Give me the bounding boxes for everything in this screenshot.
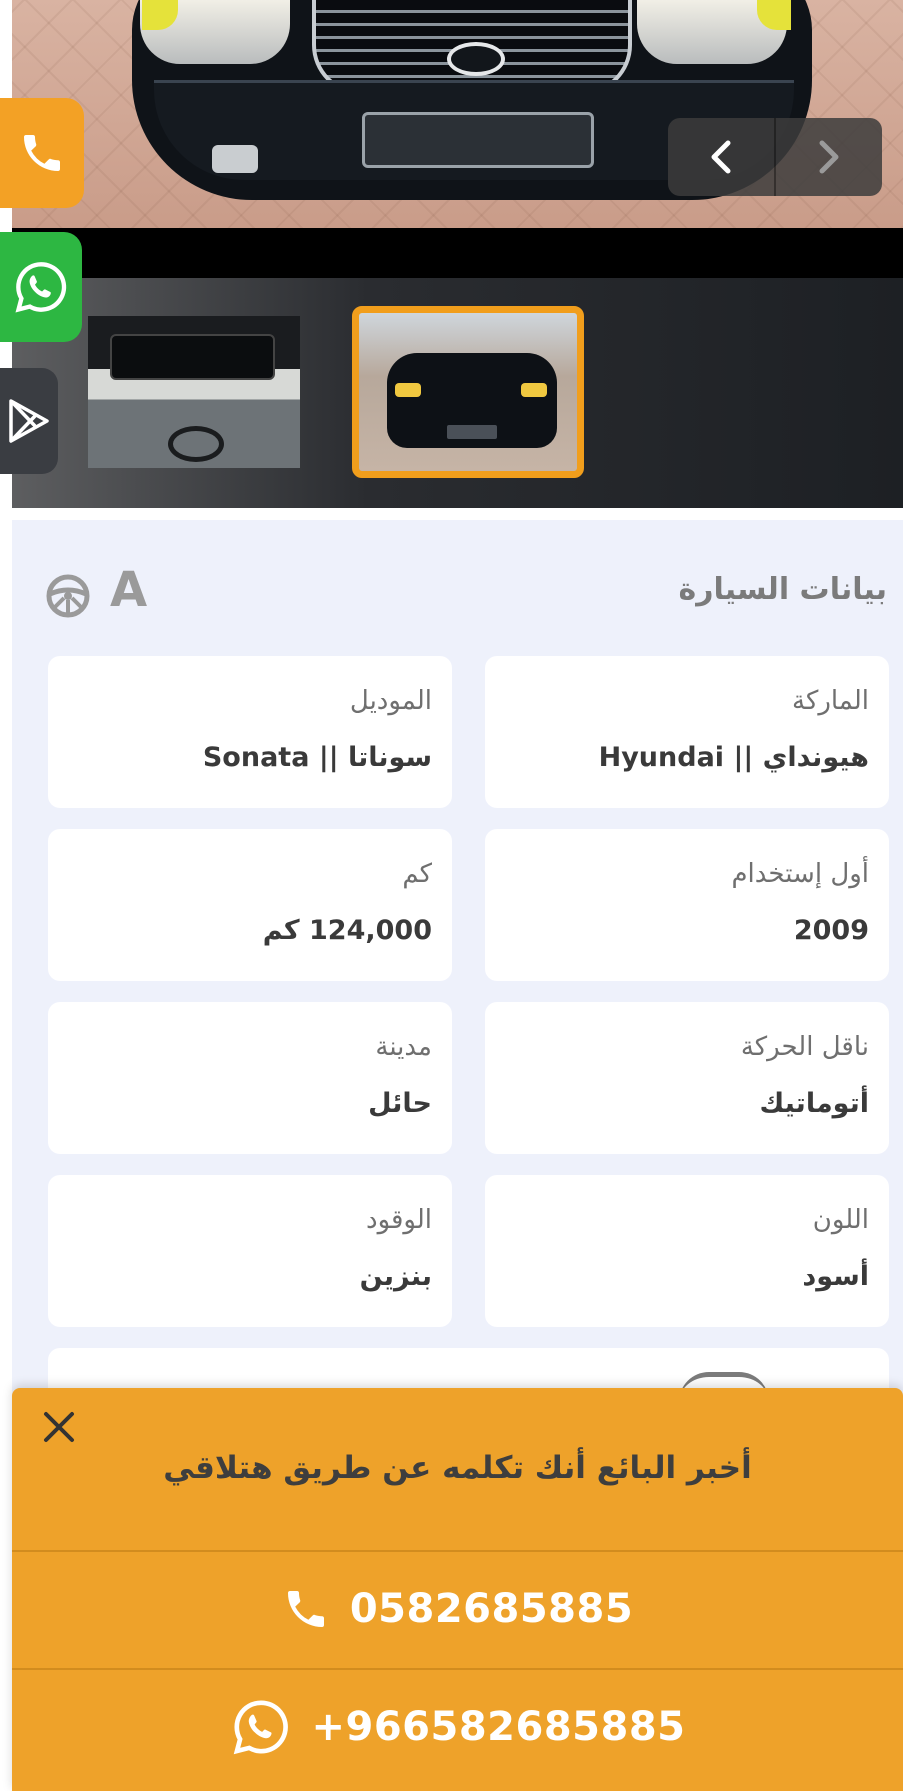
field-label: أول إستخدام (731, 859, 869, 889)
field-card-mileage: كم 124,000 كم (48, 829, 452, 981)
field-value: حائل (368, 1088, 432, 1119)
steering-wheel-icon (46, 574, 90, 618)
close-icon (44, 1412, 74, 1442)
gallery-next-button[interactable] (774, 118, 882, 196)
field-value: 124,000 كم (262, 915, 432, 946)
field-card-model: الموديل سوناتا || Sonata (48, 656, 452, 808)
license-plate (362, 112, 594, 168)
field-label: اللون (812, 1205, 869, 1235)
close-button[interactable] (42, 1410, 76, 1451)
field-card-city: مدينة حائل (48, 1002, 452, 1154)
field-label: ناقل الحركة (740, 1032, 869, 1062)
listing-page: بيانات السيارة A الماركة هيونداي || Hyun… (0, 0, 903, 1791)
chevron-right-icon (819, 140, 839, 174)
phone-number: 0582685885 (349, 1586, 634, 1632)
gallery-prev-button[interactable] (668, 118, 774, 196)
side-whatsapp-button[interactable] (0, 232, 82, 342)
gallery-navigation (668, 118, 882, 196)
field-card-transmission: ناقل الحركة أتوماتيك (485, 1002, 889, 1154)
call-seller-button[interactable]: 0582685885 (12, 1550, 903, 1666)
field-value: سوناتا || Sonata (202, 742, 432, 773)
hyundai-logo (447, 42, 505, 76)
car-front-thumbnail[interactable] (352, 306, 584, 478)
side-google-play-button[interactable] (0, 368, 58, 474)
field-value: 2009 (793, 915, 869, 946)
whatsapp-seller-button[interactable]: +966582685885 (12, 1668, 903, 1784)
contact-sheet: أخبر البائع أنك تكلمه عن طريق هتلاقي 058… (12, 1388, 903, 1791)
field-card-fuel: الوقود بنزين (48, 1175, 452, 1327)
whatsapp-icon (15, 262, 67, 313)
car-details-header: بيانات السيارة A (12, 560, 903, 630)
field-label: الوقود (365, 1205, 432, 1235)
phone-icon (287, 1591, 324, 1627)
field-card-brand: الماركة هيونداي || Hyundai (485, 656, 889, 808)
whatsapp-icon (233, 1700, 288, 1755)
seller-message: أخبر البائع أنك تكلمه عن طريق هتلاقي (163, 1450, 752, 1486)
field-label: الموديل (349, 686, 432, 716)
field-label: مدينة (375, 1032, 432, 1062)
side-call-button[interactable] (0, 98, 84, 208)
field-card-first-use: أول إستخدام 2009 (485, 829, 889, 981)
field-label: كم (402, 859, 432, 889)
google-play-icon (9, 399, 49, 443)
field-value: أتوماتيك (759, 1088, 869, 1119)
field-card-color: اللون أسود (485, 1175, 889, 1327)
phone-icon (24, 135, 60, 171)
car-interior-thumbnail[interactable] (88, 316, 300, 468)
field-value: هيونداي || Hyundai (598, 742, 869, 773)
field-value: أسود (802, 1261, 869, 1292)
field-value: بنزين (359, 1261, 432, 1292)
field-label: الماركة (792, 686, 869, 716)
chevron-left-icon (711, 140, 731, 174)
section-title: بيانات السيارة (678, 572, 887, 607)
transmission-badge: A (110, 562, 148, 618)
whatsapp-number: +966582685885 (311, 1704, 686, 1750)
